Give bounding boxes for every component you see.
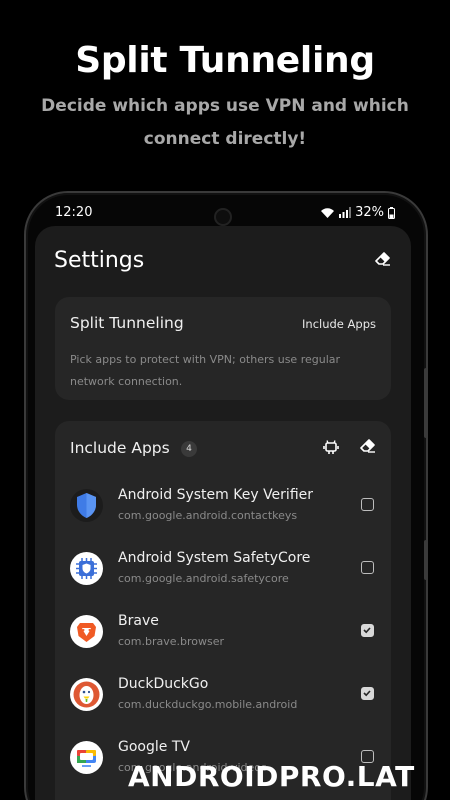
app-name: Android System Key Verifier — [118, 487, 314, 503]
google-tv-icon — [70, 741, 103, 774]
split-tunneling-title: Split Tunneling — [70, 314, 184, 332]
app-name: Google TV — [118, 739, 190, 755]
app-checkbox[interactable] — [361, 498, 374, 511]
split-mode-value[interactable]: Include Apps — [302, 317, 376, 331]
app-name: Brave — [118, 613, 159, 629]
split-tunneling-card[interactable]: Split Tunneling Include Apps Pick apps t… — [55, 297, 391, 400]
status-time: 12:20 — [55, 205, 93, 220]
app-package: com.google.android.safetycore — [118, 572, 289, 585]
status-icons: 32% — [320, 205, 395, 220]
promo-title: Split Tunneling — [75, 40, 375, 81]
app-checkbox[interactable] — [361, 687, 374, 700]
eraser-icon[interactable] — [375, 252, 391, 266]
list-item[interactable]: Android System SafetyCore com.google.and… — [55, 550, 391, 615]
split-tunneling-description: Pick apps to protect with VPN; others us… — [70, 353, 341, 388]
app-checkbox[interactable] — [361, 561, 374, 574]
app-screen: Settings Split Tunneling Include Apps Pi… — [35, 226, 411, 800]
include-apps-title: Include Apps — [70, 439, 170, 457]
app-checkbox[interactable] — [361, 624, 374, 637]
phone-side-button — [424, 368, 428, 438]
check-icon — [363, 627, 371, 634]
watermark: ANDROIDPRO.LAT — [128, 760, 415, 793]
list-item[interactable]: Brave com.brave.browser — [55, 613, 391, 678]
clear-selection-eraser-icon[interactable] — [360, 439, 376, 453]
app-count-badge: 4 — [181, 441, 197, 457]
shield-icon — [70, 489, 103, 522]
duckduckgo-icon — [70, 678, 103, 711]
battery-percent: 32% — [355, 205, 384, 220]
list-item[interactable]: DuckDuckGo com.duckduckgo.mobile.android — [55, 676, 391, 741]
page-title: Settings — [54, 248, 145, 273]
promo-subtitle: Decide which apps use VPN and which conn… — [41, 96, 409, 149]
list-item[interactable]: Android System Key Verifier com.google.a… — [55, 487, 391, 552]
battery-icon — [388, 206, 395, 219]
app-package: com.duckduckgo.mobile.android — [118, 698, 298, 711]
wifi-icon — [321, 207, 335, 218]
android-icon[interactable] — [323, 439, 339, 455]
app-package: com.google.android.contactkeys — [118, 509, 298, 522]
app-name: Android System SafetyCore — [118, 550, 311, 566]
phone-side-button — [424, 540, 428, 580]
signal-icon — [339, 207, 352, 218]
check-icon — [363, 690, 371, 697]
safetycore-icon — [70, 552, 103, 585]
app-name: DuckDuckGo — [118, 676, 209, 692]
front-camera — [214, 208, 232, 226]
app-package: com.brave.browser — [118, 635, 225, 648]
include-apps-card: Include Apps 4 Android System Key Verifi… — [55, 421, 391, 800]
brave-icon — [70, 615, 103, 648]
